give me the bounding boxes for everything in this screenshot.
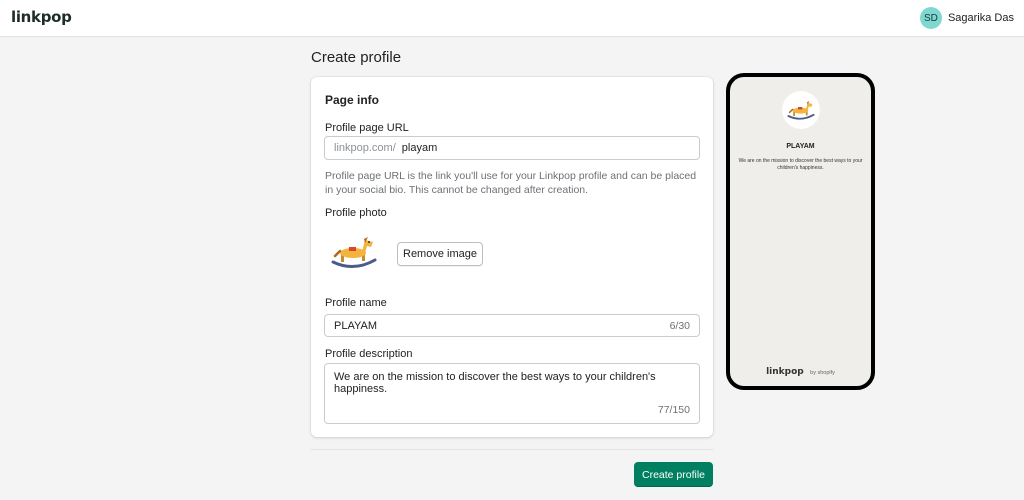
profile-name-input[interactable]: PLAYAM 6/30 [324,314,700,337]
profile-description-counter: 77/150 [657,404,690,416]
preview-profile-name: PLAYAM [786,143,815,150]
url-value[interactable]: playam [402,142,437,154]
rocking-horse-icon [787,101,814,120]
remove-image-button[interactable]: Remove image [397,242,483,266]
profile-description-value[interactable]: We are on the mission to discover the be… [334,371,690,395]
profile-photo-label: Profile photo [325,207,387,219]
profile-name-label: Profile name [325,297,387,309]
create-profile-button[interactable]: Create profile [634,462,713,487]
preview-avatar [781,91,820,129]
rocking-horse-icon [329,232,379,272]
preview-by-shopify: by shopify [810,370,835,376]
profile-name-value[interactable]: PLAYAM [334,320,377,332]
phone-preview: PLAYAM We are on the mission to discover… [726,73,875,390]
preview-profile-description: We are on the mission to discover the be… [738,158,863,171]
linkpop-logo[interactable]: linkpop [11,8,72,26]
user-name: Sagarika Das [947,12,1014,24]
page-info-card: Page info Profile page URL linkpop.com/ … [311,77,713,437]
profile-url-label: Profile page URL [325,122,409,134]
profile-name-counter: 6/30 [669,319,690,332]
profile-description-label: Profile description [325,348,413,360]
profile-url-help-text: Profile page URL is the link you'll use … [325,170,697,196]
divider [311,449,713,450]
url-prefix: linkpop.com/ [334,142,396,154]
avatar: SD [919,7,942,29]
user-menu[interactable]: SD Sagarika Das [919,7,1014,29]
profile-description-textarea[interactable]: We are on the mission to discover the be… [324,363,700,424]
preview-linkpop-logo: linkpop [766,367,804,377]
top-bar: linkpop SD Sagarika Das [0,0,1024,37]
page-title: Create profile [311,49,402,66]
preview-footer: linkpop by shopify [730,361,871,379]
profile-url-input[interactable]: linkpop.com/ playam [324,136,700,160]
section-title: Page info [325,93,380,107]
